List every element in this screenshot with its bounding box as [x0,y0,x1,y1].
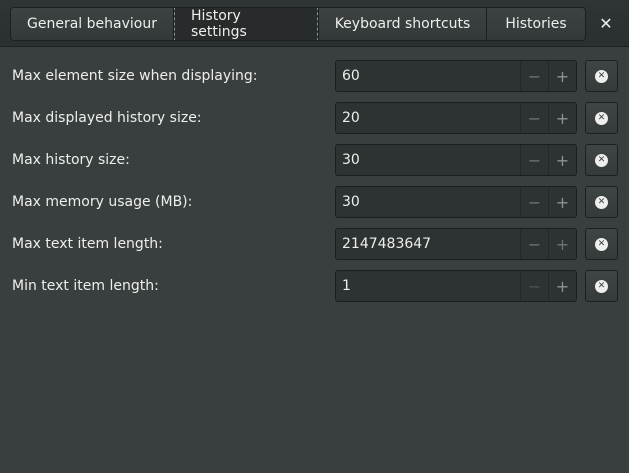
tab-label: Histories [505,16,567,32]
spin-button: 30 − + [335,144,577,176]
setting-row-min-text-item-length: Min text item length: 1 − + ✕ [0,270,629,302]
increment-button[interactable]: + [548,103,576,133]
setting-label: Max history size: [12,152,130,168]
minus-icon: − [527,150,542,170]
spin-value-input[interactable]: 60 [336,61,520,91]
header-bar: General behaviour History settings Keybo… [0,0,629,47]
minus-icon: − [527,234,542,254]
increment-button[interactable]: + [548,61,576,91]
setting-row-max-displayed-history: Max displayed history size: 20 − + ✕ [0,102,629,134]
spin-button: 1 − + [335,270,577,302]
close-icon: ✕ [599,13,613,33]
reset-button[interactable]: ✕ [585,144,618,176]
tab-label: Keyboard shortcuts [334,16,471,32]
setting-row-max-memory-usage: Max memory usage (MB): 30 − + ✕ [0,186,629,218]
setting-label: Max text item length: [12,236,163,252]
spin-value-input[interactable]: 30 [336,187,520,217]
setting-label: Min text item length: [12,278,159,294]
spin-button: 60 − + [335,60,577,92]
decrement-button[interactable]: − [520,229,548,259]
setting-row-max-element-size: Max element size when displaying: 60 − +… [0,60,629,92]
spin-button: 20 − + [335,102,577,134]
increment-button[interactable]: + [548,187,576,217]
reset-button[interactable]: ✕ [585,228,618,260]
tab-history-settings[interactable]: History settings [174,8,319,40]
setting-label: Max memory usage (MB): [12,194,193,210]
setting-row-max-history-size: Max history size: 30 − + ✕ [0,144,629,176]
plus-icon: + [555,192,570,212]
tab-general-behaviour[interactable]: General behaviour [11,8,174,40]
clear-icon: ✕ [595,69,608,83]
tab-label: History settings [174,8,318,40]
spin-value-input[interactable]: 2147483647 [336,229,520,259]
decrement-button[interactable]: − [520,271,548,301]
increment-button[interactable]: + [548,271,576,301]
spin-button: 2147483647 − + [335,228,577,260]
spin-value-input[interactable]: 30 [336,145,520,175]
setting-label: Max displayed history size: [12,110,202,126]
minus-icon: − [527,276,542,296]
minus-icon: − [527,108,542,128]
clear-icon: ✕ [595,237,608,251]
reset-button[interactable]: ✕ [585,270,618,302]
tab-histories[interactable]: Histories [487,8,585,40]
spin-value-input[interactable]: 20 [336,103,520,133]
reset-button[interactable]: ✕ [585,102,618,134]
clear-icon: ✕ [595,195,608,209]
setting-label: Max element size when displaying: [12,68,258,84]
tab-keyboard-shortcuts[interactable]: Keyboard shortcuts [319,8,487,40]
tab-label: General behaviour [27,16,157,32]
decrement-button[interactable]: − [520,187,548,217]
increment-button[interactable]: + [548,145,576,175]
decrement-button[interactable]: − [520,145,548,175]
plus-icon: + [555,108,570,128]
setting-row-max-text-item-length: Max text item length: 2147483647 − + ✕ [0,228,629,260]
increment-button[interactable]: + [548,229,576,259]
clear-icon: ✕ [595,111,608,125]
plus-icon: + [555,276,570,296]
decrement-button[interactable]: − [520,103,548,133]
clear-icon: ✕ [595,279,608,293]
tab-switcher: General behaviour History settings Keybo… [10,7,586,41]
reset-button[interactable]: ✕ [585,60,618,92]
reset-button[interactable]: ✕ [585,186,618,218]
plus-icon: + [555,150,570,170]
minus-icon: − [527,66,542,86]
spin-value-input[interactable]: 1 [336,271,520,301]
spin-button: 30 − + [335,186,577,218]
clear-icon: ✕ [595,153,608,167]
close-button[interactable]: ✕ [594,12,618,34]
plus-icon: + [555,66,570,86]
decrement-button[interactable]: − [520,61,548,91]
minus-icon: − [527,192,542,212]
plus-icon: + [555,234,570,254]
